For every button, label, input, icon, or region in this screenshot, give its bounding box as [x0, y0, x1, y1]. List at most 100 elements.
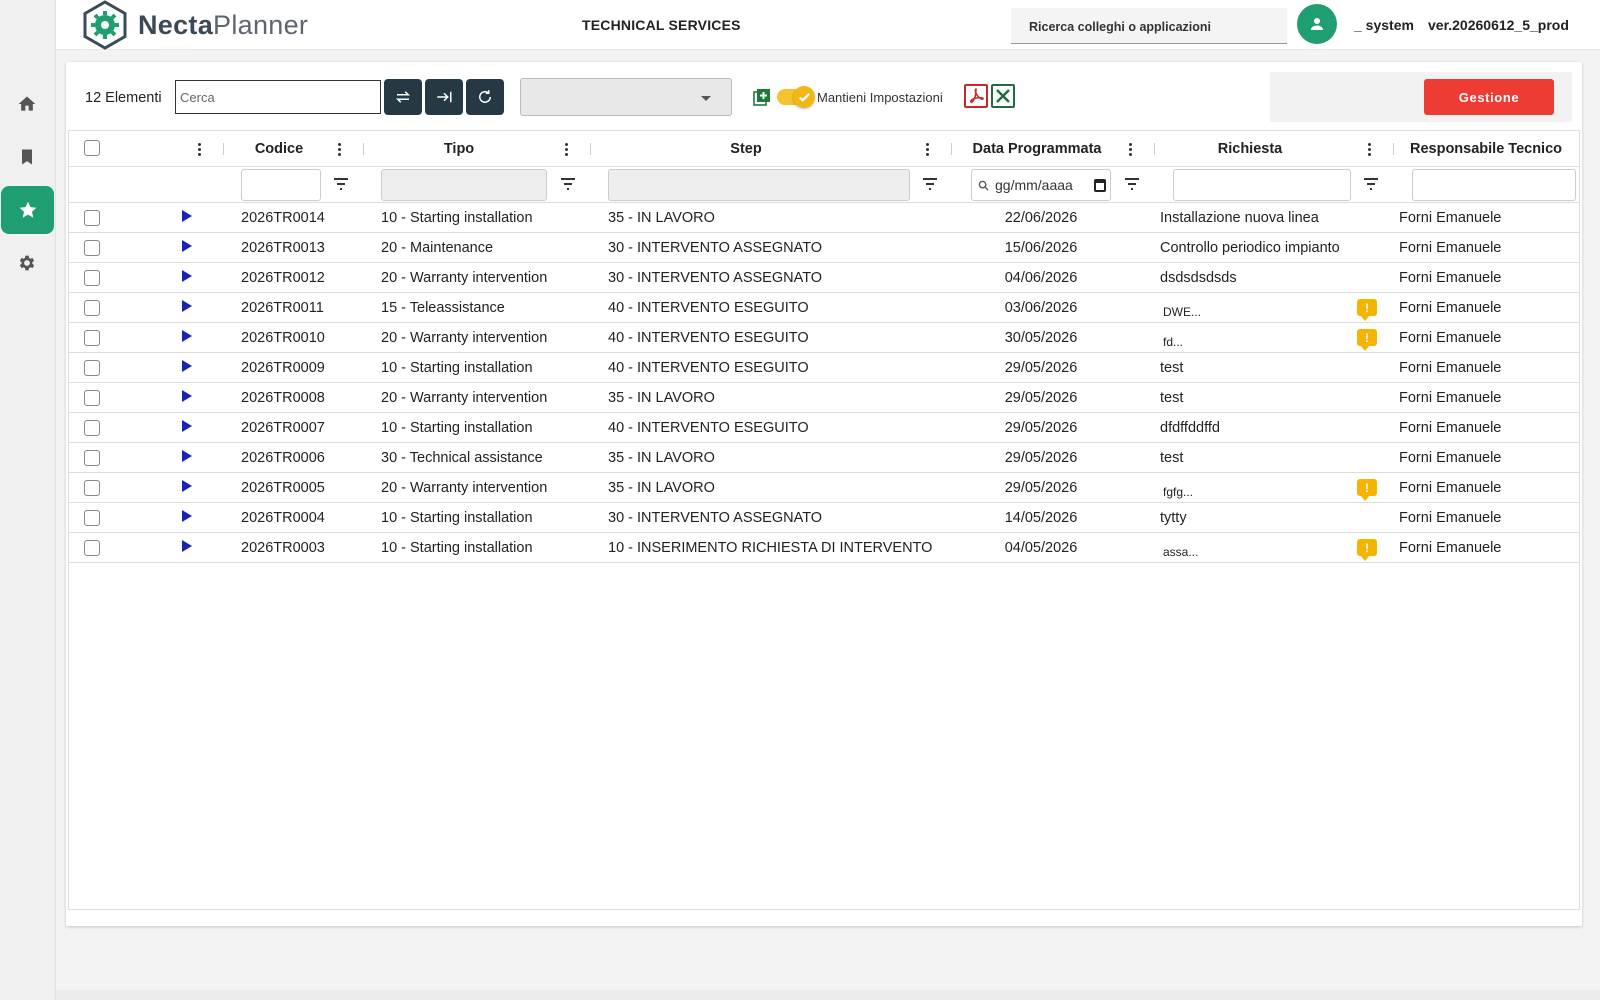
column-menu-icon[interactable] [560, 139, 572, 159]
column-separator[interactable] [951, 143, 952, 155]
filter-input-tipo[interactable] [381, 169, 547, 201]
app-logo[interactable]: NectaPlanner [80, 0, 308, 50]
column-header-responsabile-tecnico[interactable]: Responsabile Tecnico [1399, 131, 1573, 167]
row-checkbox[interactable] [84, 390, 100, 406]
column-header-data-programmata[interactable]: Data Programmata [957, 131, 1117, 167]
column-separator[interactable] [223, 143, 224, 155]
grid-body: 2026TR0014 10 - Starting installation 35 -… [69, 203, 1579, 563]
note-icon[interactable]: ! [1357, 539, 1377, 561]
note-icon[interactable]: ! [1357, 329, 1377, 351]
table-row[interactable]: 2026TR0006 30 - Technical assistance 35 - … [69, 443, 1579, 473]
filter-input-codice[interactable] [241, 169, 321, 201]
table-row[interactable]: 2026TR0005 20 - Warranty intervention 35 -… [69, 473, 1579, 503]
table-row[interactable]: 2026TR0003 10 - Starting installation 10 -… [69, 533, 1579, 563]
play-icon[interactable] [182, 390, 192, 402]
note-icon[interactable]: ! [1357, 299, 1377, 321]
colleague-search-input[interactable]: Ricerca colleghi o applicazioni [1011, 8, 1287, 44]
column-separator[interactable] [363, 143, 364, 155]
keep-settings-label: Mantieni Impostazioni [817, 90, 943, 105]
column-header-codice[interactable]: Codice [229, 131, 329, 167]
play-icon[interactable] [182, 420, 192, 432]
sidebar-item-bookmarks[interactable] [0, 133, 54, 181]
play-icon[interactable] [182, 270, 192, 282]
column-menu-icon[interactable] [1124, 139, 1136, 159]
play-icon[interactable] [182, 240, 192, 252]
user-avatar[interactable] [1297, 4, 1337, 44]
column-menu-icon[interactable] [921, 139, 933, 159]
play-icon[interactable] [182, 510, 192, 522]
play-icon[interactable] [182, 330, 192, 342]
filter-date-input[interactable]: gg/mm/aaaa [971, 169, 1111, 201]
filter-icon[interactable] [560, 177, 576, 191]
table-row[interactable]: 2026TR0009 10 - Starting installation 40 -… [69, 353, 1579, 383]
table-row[interactable]: 2026TR0004 10 - Starting installation 30 -… [69, 503, 1579, 533]
row-checkbox[interactable] [84, 210, 100, 226]
column-header-step[interactable]: Step [596, 131, 896, 167]
row-checkbox[interactable] [84, 240, 100, 256]
filter-icon[interactable] [333, 177, 349, 191]
table-row[interactable]: 2026TR0010 20 - Warranty intervention 40 -… [69, 323, 1579, 353]
column-menu-icon[interactable] [1363, 139, 1375, 159]
swap-button[interactable] [384, 79, 422, 115]
play-icon[interactable] [182, 450, 192, 462]
column-separator[interactable] [590, 143, 591, 155]
play-icon[interactable] [182, 300, 192, 312]
row-checkbox[interactable] [84, 480, 100, 496]
row-checkbox[interactable] [84, 510, 100, 526]
search-input[interactable] [175, 80, 381, 114]
table-row[interactable]: 2026TR0013 20 - Maintenance 30 - INTERVENT… [69, 233, 1579, 263]
manage-button[interactable]: Gestione [1424, 79, 1554, 115]
note-icon[interactable]: ! [1357, 479, 1377, 501]
row-checkbox[interactable] [84, 330, 100, 346]
cell-responsabile: Forni Emanuele [1399, 389, 1502, 406]
sidebar-item-settings[interactable] [0, 239, 54, 287]
play-icon[interactable] [182, 360, 192, 372]
refresh-button[interactable] [466, 79, 504, 115]
column-header-richiesta[interactable]: Richiesta [1160, 131, 1340, 167]
row-checkbox[interactable] [84, 420, 100, 436]
filter-input-richiesta[interactable] [1173, 169, 1351, 201]
cell-tipo: 30 - Technical assistance [381, 449, 543, 466]
person-icon [1311, 18, 1323, 30]
filter-input-step[interactable] [608, 169, 910, 201]
table-row[interactable]: 2026TR0008 20 - Warranty intervention 35 -… [69, 383, 1579, 413]
swap-arrows-icon [395, 91, 411, 103]
column-menu-icon[interactable] [333, 139, 345, 159]
row-checkbox[interactable] [84, 450, 100, 466]
row-checkbox[interactable] [84, 540, 100, 556]
row-checkbox[interactable] [84, 300, 100, 316]
table-row[interactable]: 2026TR0011 15 - Teleassistance 40 - INTERV… [69, 293, 1579, 323]
table-row[interactable]: 2026TR0007 10 - Starting installation 40 -… [69, 413, 1579, 443]
column-separator[interactable] [1393, 143, 1394, 155]
keep-settings-toggle[interactable] [777, 86, 815, 108]
filter-icon[interactable] [1124, 177, 1140, 191]
cell-richiesta: fd... [1163, 334, 1184, 349]
table-row[interactable]: 2026TR0014 10 - Starting installation 35 -… [69, 203, 1579, 233]
tab-to-end-button[interactable] [425, 79, 463, 115]
arrow-to-line-icon [437, 91, 452, 103]
filter-input-responsabile[interactable] [1412, 169, 1576, 201]
calendar-icon[interactable] [1094, 179, 1106, 192]
export-excel-button[interactable] [991, 84, 1015, 108]
bottom-bar [56, 990, 1600, 1000]
table-row[interactable]: 2026TR0012 20 - Warranty intervention 30 -… [69, 263, 1579, 293]
filter-icon[interactable] [1363, 177, 1379, 191]
row-checkbox[interactable] [84, 360, 100, 376]
sidebar-item-home[interactable] [0, 80, 54, 128]
sidebar-item-favorites[interactable] [1, 186, 54, 234]
play-icon[interactable] [182, 540, 192, 552]
column-header-tipo[interactable]: Tipo [369, 131, 549, 167]
cell-step: 35 - IN LAVORO [608, 389, 715, 406]
add-filter-icon[interactable] [753, 88, 771, 106]
row-checkbox[interactable] [84, 270, 100, 286]
play-icon[interactable] [182, 210, 192, 222]
bookmark-icon [22, 149, 32, 165]
column-separator[interactable] [1154, 143, 1155, 155]
column-menu-icon[interactable] [193, 139, 205, 159]
filter-icon[interactable] [922, 177, 938, 191]
select-all-checkbox[interactable] [84, 140, 100, 156]
export-pdf-button[interactable] [964, 84, 988, 108]
play-icon[interactable] [182, 480, 192, 492]
cell-tipo: 15 - Teleassistance [381, 299, 505, 316]
view-select[interactable] [520, 78, 732, 116]
